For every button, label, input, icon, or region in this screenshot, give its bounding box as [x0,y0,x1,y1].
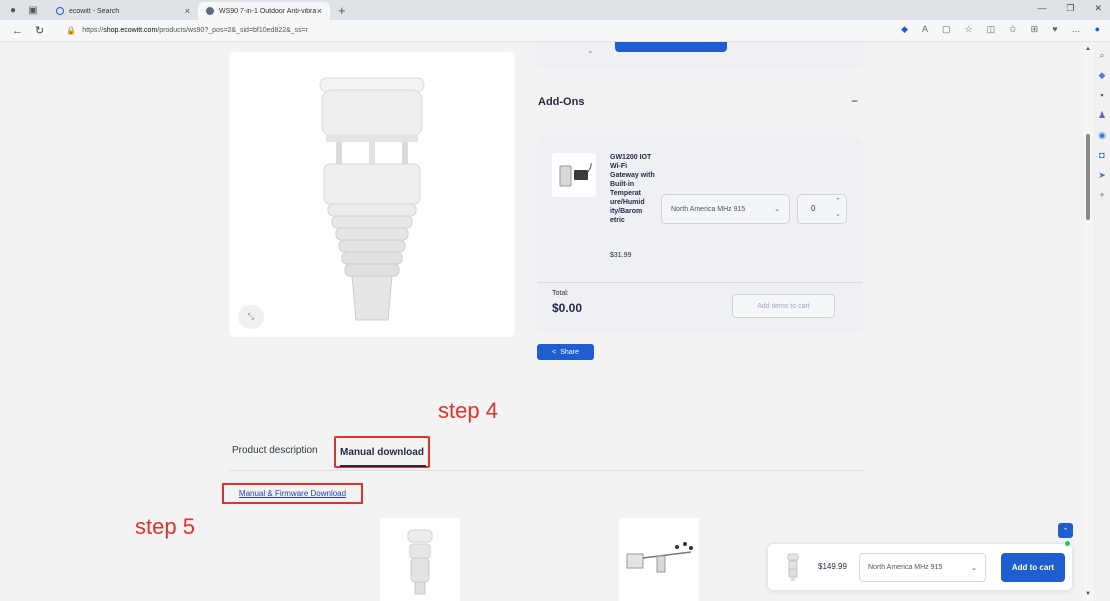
refresh-icon[interactable]: ↻ [35,24,44,37]
back-icon[interactable]: ← [12,25,23,37]
tab-title: ecowitt - Search [69,7,120,15]
url-domain: shop.ecowitt.com [103,27,158,34]
extension-icon[interactable]: ◆ [901,24,908,35]
browser-essentials-icon[interactable]: ♥ [1052,24,1057,35]
addons-heading: Add-Ons [538,96,585,108]
addon-quantity-stepper[interactable]: 0 ⌃ ⌄ [797,194,847,224]
active-tab-indicator [340,465,426,467]
purchase-card: ⌄ [537,42,863,68]
browser-tab-search[interactable]: ecowitt - Search × [48,2,198,20]
addon-price: $31.99 [610,252,632,259]
favorites-icon[interactable]: ✩ [1009,24,1017,35]
scroll-to-top-button[interactable]: ⌃ [1058,523,1073,538]
collections-icon[interactable]: ⊞ [1031,24,1039,35]
addon-region-value: North America MHz 915 [671,205,746,213]
chevron-down-icon[interactable]: ⌄ [587,46,594,55]
total-label: Total: [552,290,569,297]
close-tab-icon[interactable]: × [317,6,322,16]
share-button[interactable]: < Share [537,344,594,360]
address-bar: ← ↻ 🔒 https://shop.ecowitt.com/products/… [0,20,1110,42]
buy-button[interactable] [615,42,727,52]
close-tab-icon[interactable]: × [185,6,190,16]
more-options-icon[interactable]: … [1072,24,1081,35]
copilot-icon[interactable]: ● [1095,24,1100,35]
sticky-region-value: North America MHz 915 [868,564,943,571]
split-screen-icon[interactable]: ◫ [987,24,996,35]
decrement-icon[interactable]: ⌄ [835,210,841,218]
addon-name: GW1200 IOT Wi-Fi Gateway with Built-in T… [610,154,655,224]
outlook-icon[interactable]: ◘ [1097,150,1107,160]
status-dot [1064,540,1071,547]
new-tab-icon[interactable]: + [338,3,346,18]
chevron-down-icon: ⌄ [971,564,977,572]
add-sidebar-icon[interactable]: + [1097,190,1107,200]
tab-actions-icon[interactable]: ▣ [26,3,40,17]
app-available-icon[interactable]: ▢ [942,24,951,35]
station-thumbnail [619,518,699,601]
product-page: ⌄ ⤡ Add-Ons − GW1200 IOT Wi-Fi Gateway w… [0,42,1083,601]
sticky-product-thumbnail [778,552,808,582]
profile-icon[interactable]: ● [6,3,20,17]
step5-annotation: step 5 [135,514,195,539]
sticky-price: $149.99 [818,562,847,571]
manual-link-highlight: Manual & Firmware Download [222,483,363,504]
browser-tab-bar: ● ▣ ecowitt - Search × WS90 7-in-1 Outdo… [0,0,1110,20]
addon-quantity-value: 0 [811,204,816,213]
office-icon[interactable]: ◉ [1097,130,1107,140]
browser-sidebar: ⌕ ◆ ▪ ♟ ◉ ◘ ➤ + [1094,42,1110,601]
url-field[interactable]: 🔒 https://shop.ecowitt.com/products/ws90… [66,26,308,35]
tools-briefcase-icon[interactable]: ▪ [1097,90,1107,100]
gateway-image [552,153,596,197]
close-window-icon[interactable]: ✕ [1094,3,1102,14]
divider [537,282,863,283]
page-scrollbar[interactable]: ▲ ▼ [1083,42,1093,601]
minimize-icon[interactable]: — [1037,3,1046,14]
manual-firmware-download-link[interactable]: Manual & Firmware Download [239,489,346,498]
tab-title: WS90 7-in-1 Outdoor Anti-vibra [219,7,317,15]
scroll-down-icon[interactable]: ▼ [1085,591,1091,597]
favorite-star-icon[interactable]: ☆ [965,24,973,35]
scroll-up-icon[interactable]: ▲ [1085,46,1091,52]
restore-icon[interactable]: ❐ [1066,3,1074,14]
url-path: /products/ws90?_pos=2&_sid=bf10ed822&_ss… [157,27,309,34]
games-icon[interactable]: ♟ [1097,110,1107,120]
search-icon[interactable]: ⌕ [1097,50,1107,60]
browser-toolbar: ◆ A ▢ ☆ ◫ ✩ ⊞ ♥ … ● [901,24,1100,35]
weather-station-image [319,77,425,321]
browser-tab-product[interactable]: WS90 7-in-1 Outdoor Anti-vibra × [198,2,330,20]
step4-annotation: step 4 [438,398,498,423]
lock-icon: 🔒 [66,26,77,35]
search-icon [56,7,64,15]
share-label: Share [560,348,579,356]
tab-manual-download[interactable]: Manual download [334,436,430,468]
read-aloud-icon[interactable]: A [922,24,928,35]
expand-icon[interactable]: ⤡ [238,305,264,329]
url-prefix: https:// [82,27,104,34]
sticky-add-to-cart-bar: $149.99 North America MHz 915 ⌄ Add to c… [767,540,1073,591]
tabs-divider [229,470,863,471]
addon-card: GW1200 IOT Wi-Fi Gateway with Built-in T… [537,137,863,333]
total-value: $0.00 [552,301,583,315]
shopping-tag-icon[interactable]: ◆ [1097,70,1107,80]
chevron-down-icon: ⌄ [774,206,780,213]
share-icon: < [552,348,557,356]
collapse-icon[interactable]: − [851,94,858,108]
add-to-cart-button[interactable]: Add to cart [1001,553,1065,582]
sensor-thumbnail [380,518,460,601]
sticky-region-select[interactable]: North America MHz 915 ⌄ [859,553,986,582]
site-favicon-icon [206,7,214,15]
scroll-thumb[interactable] [1086,134,1090,220]
add-items-to-cart-button[interactable]: Add items to cart [732,294,835,318]
window-controls: — ❐ ✕ [1037,3,1102,14]
tab-product-description[interactable]: Product description [232,445,318,456]
increment-icon[interactable]: ⌃ [835,197,841,205]
addon-region-select[interactable]: North America MHz 915 ⌄ [661,194,790,224]
send-icon[interactable]: ➤ [1097,170,1107,180]
product-image-card: ⤡ [229,52,515,337]
